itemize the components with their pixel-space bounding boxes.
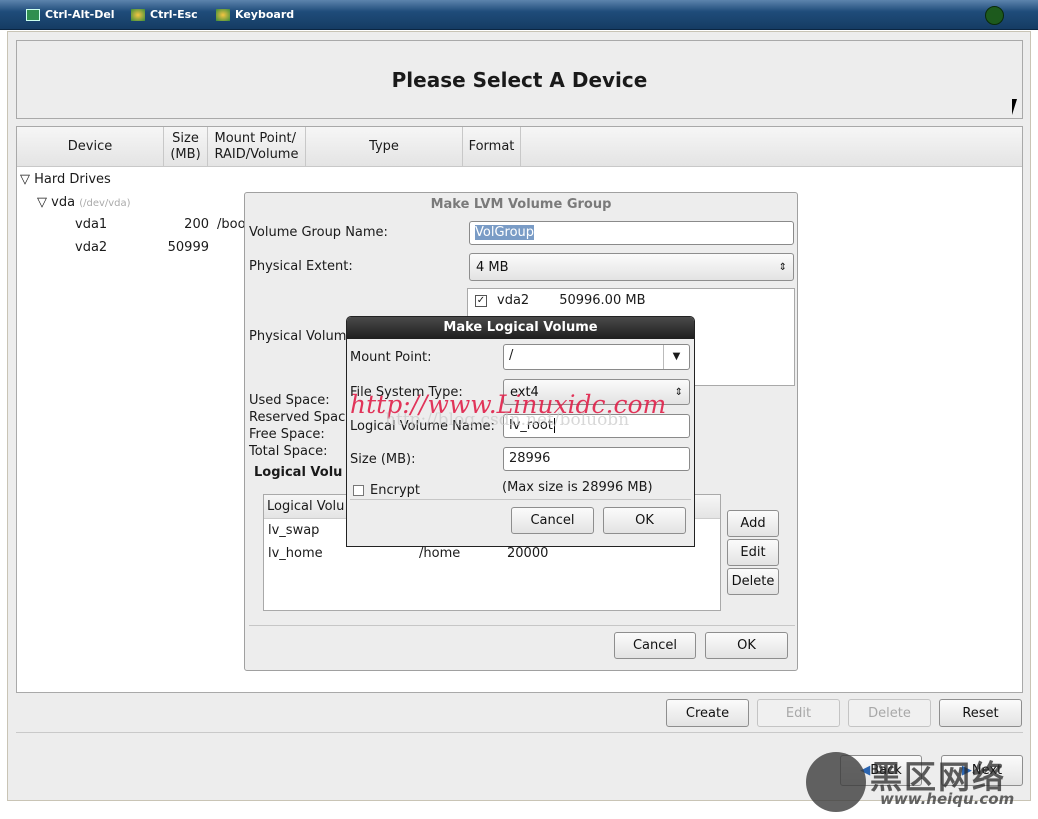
table-row[interactable]: vda2 50999 bbox=[17, 240, 257, 260]
mouse-cursor-icon bbox=[1012, 99, 1023, 115]
column-device[interactable]: Device bbox=[17, 127, 164, 167]
reset-button[interactable]: Reset bbox=[939, 699, 1022, 727]
physical-extent-select[interactable]: 4 MB ⇕ bbox=[469, 253, 794, 281]
add-lv-button[interactable]: Add bbox=[727, 510, 779, 537]
column-format[interactable]: Format bbox=[463, 127, 521, 167]
create-button[interactable]: Create bbox=[666, 699, 749, 727]
divider bbox=[16, 732, 1023, 733]
size-input[interactable]: 28996 bbox=[503, 447, 690, 471]
vg-name-input[interactable]: VolGroup bbox=[469, 221, 794, 245]
checkbox-unchecked-icon[interactable] bbox=[353, 485, 364, 496]
pv-item[interactable]: ✓ vda2 50996.00 MB bbox=[475, 293, 645, 308]
status-indicator-icon bbox=[985, 6, 1004, 25]
app-icon bbox=[131, 8, 145, 21]
checkbox-checked-icon[interactable]: ✓ bbox=[475, 294, 487, 307]
edit-button: Edit bbox=[757, 699, 840, 727]
dialog-title: Make LVM Volume Group bbox=[430, 197, 612, 212]
edit-lv-button[interactable]: Edit bbox=[727, 539, 779, 566]
csdn-watermark: http://blog.csdn.net/boluobn bbox=[385, 410, 630, 430]
ctrl-esc-button[interactable]: Ctrl-Esc bbox=[131, 8, 198, 21]
page-title: Please Select A Device bbox=[391, 67, 648, 92]
make-logical-volume-dialog: Make Logical Volume Mount Point: / ▼ File… bbox=[346, 316, 695, 547]
expander-icon: ▽ bbox=[20, 172, 35, 187]
lv-ok-button[interactable]: OK bbox=[603, 507, 686, 534]
table-header: Device Size (MB) Mount Point/ RAID/Volum… bbox=[17, 127, 1022, 167]
lvm-ok-button[interactable]: OK bbox=[705, 632, 788, 659]
column-mount-point[interactable]: Mount Point/ RAID/Volume bbox=[208, 127, 306, 167]
keyboard-button[interactable]: Keyboard bbox=[216, 8, 294, 21]
size-label: Size (MB): bbox=[350, 452, 416, 467]
logical-volumes-section-label: Logical Volu bbox=[254, 465, 343, 480]
monitor-icon bbox=[26, 8, 40, 21]
keyboard-icon bbox=[216, 8, 230, 21]
tree-item-hard-drives[interactable]: ▽ Hard Drives bbox=[20, 172, 111, 187]
ctrl-alt-del-button[interactable]: Ctrl-Alt-Del bbox=[26, 8, 115, 21]
max-size-note: (Max size is 28996 MB) bbox=[502, 480, 653, 495]
dialog-titlebar: Make Logical Volume bbox=[347, 317, 694, 339]
mount-point-label: Mount Point: bbox=[350, 350, 432, 365]
physical-extent-label: Physical Extent: bbox=[249, 259, 353, 274]
lvm-cancel-button[interactable]: Cancel bbox=[614, 632, 696, 659]
spinner-arrows-icon: ⇕ bbox=[778, 261, 787, 273]
space-labels: Used Space: Reserved Space Free Space: T… bbox=[249, 393, 354, 459]
chevron-down-icon[interactable]: ▼ bbox=[663, 345, 689, 369]
physical-volumes-label: Physical Volum bbox=[249, 329, 347, 344]
column-size[interactable]: Size (MB) bbox=[164, 127, 208, 167]
heiqu-logo-url: www.heiqu.com bbox=[880, 790, 1015, 808]
vnc-toolbar: Ctrl-Alt-Del Ctrl-Esc Keyboard bbox=[0, 0, 1038, 30]
lv-row[interactable]: lv_home /home 20000 bbox=[268, 546, 718, 566]
header-panel: Please Select A Device bbox=[16, 40, 1023, 119]
divider bbox=[350, 499, 691, 500]
delete-lv-button[interactable]: Delete bbox=[727, 568, 779, 595]
column-type[interactable]: Type bbox=[306, 127, 463, 167]
lv-cancel-button[interactable]: Cancel bbox=[511, 507, 594, 534]
divider bbox=[249, 625, 795, 626]
expander-icon: ▽ bbox=[37, 195, 52, 210]
spinner-arrows-icon: ⇕ bbox=[674, 386, 683, 398]
heiqu-logo bbox=[806, 752, 866, 812]
table-row[interactable]: vda1 200 /boo bbox=[17, 217, 257, 237]
mount-point-combo[interactable]: / ▼ bbox=[503, 344, 690, 370]
encrypt-checkbox[interactable]: Encrypt bbox=[353, 483, 420, 498]
vg-name-label: Volume Group Name: bbox=[249, 225, 388, 240]
delete-button: Delete bbox=[848, 699, 931, 727]
tree-item-vda[interactable]: ▽ vda (/dev/vda) bbox=[37, 195, 131, 210]
